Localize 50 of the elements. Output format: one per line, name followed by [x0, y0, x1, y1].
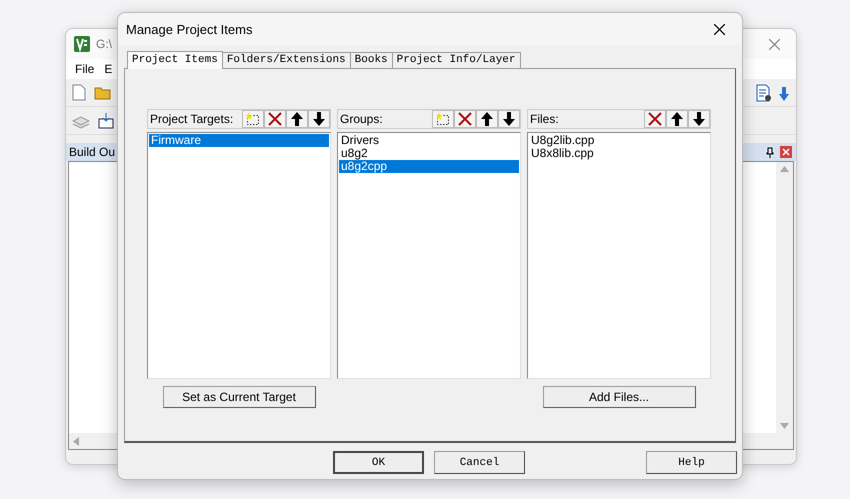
new-item-icon	[436, 112, 450, 126]
toolbar-button[interactable]	[666, 110, 688, 128]
dialog-button[interactable]: OK	[333, 451, 424, 474]
toolbar-button[interactable]	[454, 110, 476, 128]
toolbar-button[interactable]	[308, 110, 330, 128]
new-file-icon[interactable]	[72, 84, 86, 101]
delete-icon	[268, 112, 282, 126]
up-arrow-icon	[481, 112, 493, 126]
new-item-icon	[246, 112, 260, 126]
list-label: Groups:	[340, 112, 383, 126]
up-arrow-icon	[291, 112, 303, 126]
app-logo-icon	[74, 36, 90, 52]
pin-icon[interactable]	[766, 146, 774, 158]
down-arrow-icon	[313, 112, 325, 126]
down-arrow-icon	[693, 112, 705, 126]
panel-title: Build Ou	[69, 145, 116, 159]
list-item[interactable]: u8g2cpp	[339, 160, 519, 173]
list-label: Project Targets:	[150, 112, 234, 126]
toolbar-button[interactable]	[498, 110, 520, 128]
dialog-button[interactable]: Help	[646, 451, 737, 474]
dialog-title: Manage Project Items	[126, 22, 252, 36]
delete-icon	[458, 112, 472, 126]
action-button[interactable]: Set as Current Target	[162, 386, 316, 408]
list-item[interactable]: Firmware	[149, 134, 329, 147]
up-arrow-icon	[671, 112, 683, 126]
menu-item[interactable]: E	[104, 62, 112, 76]
dialog-button[interactable]: Cancel	[434, 451, 525, 474]
folder-icon[interactable]	[94, 85, 112, 100]
list-item[interactable]: U8x8lib.cpp	[529, 147, 709, 160]
action-button[interactable]: Add Files...	[542, 386, 696, 408]
window-title: G:\	[96, 37, 112, 51]
toolbar-button[interactable]	[644, 110, 666, 128]
download-icon[interactable]	[98, 112, 114, 128]
close-icon[interactable]	[714, 24, 725, 34]
list-item[interactable]: u8g2	[339, 147, 519, 160]
toolbar-button[interactable]	[286, 110, 308, 128]
list-item[interactable]: Drivers	[339, 134, 519, 147]
toolbar-button[interactable]	[264, 110, 286, 128]
menu-item[interactable]: File	[75, 62, 94, 76]
down-arrow-icon	[503, 112, 515, 126]
toolbar-button[interactable]	[242, 110, 264, 128]
delete-icon	[648, 112, 662, 126]
tab[interactable]: Project Items	[127, 51, 223, 69]
list-label: Files:	[530, 112, 559, 126]
document-icon[interactable]	[756, 84, 772, 102]
tab[interactable]: Project Info/Layer	[392, 52, 520, 68]
list-item[interactable]: U8g2lib.cpp	[529, 134, 709, 147]
toolbar-button[interactable]	[476, 110, 498, 128]
toolbar-button[interactable]	[688, 110, 710, 128]
toolbar-button[interactable]	[432, 110, 454, 128]
